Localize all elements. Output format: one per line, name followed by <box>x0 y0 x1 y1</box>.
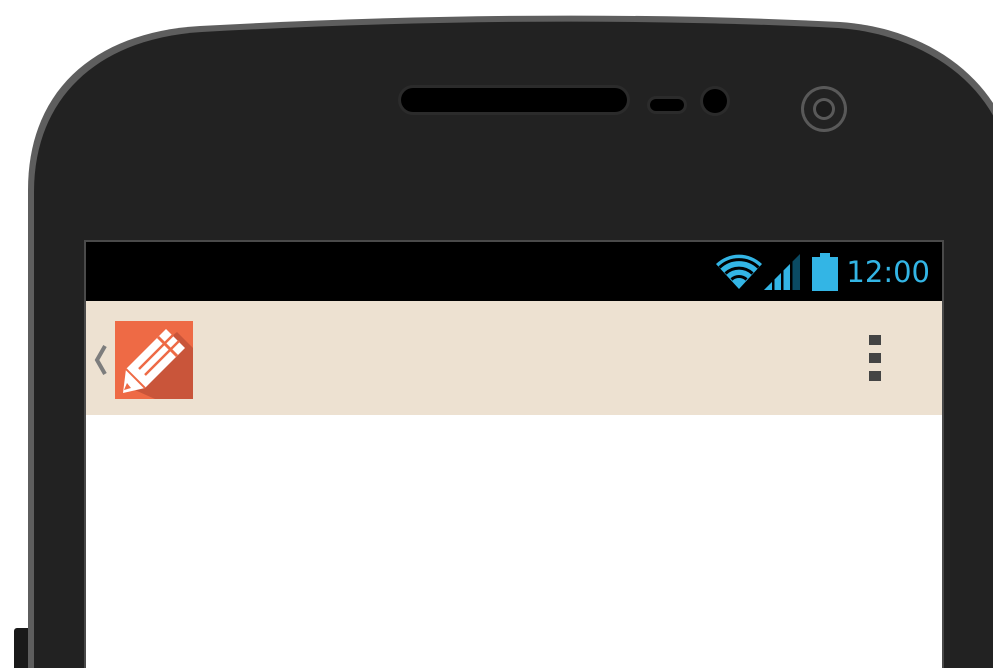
up-button[interactable] <box>90 321 194 399</box>
wifi-icon <box>716 254 763 289</box>
proximity-sensor <box>650 99 684 111</box>
chevron-left-icon <box>94 345 107 375</box>
action-bar <box>86 301 942 415</box>
battery-icon <box>812 253 839 291</box>
content-area <box>86 415 942 668</box>
earpiece-speaker <box>401 88 627 112</box>
device-screen: 12:00 <box>86 242 942 668</box>
status-icons: 12:00 <box>716 252 930 292</box>
pencil-app-icon <box>115 321 193 399</box>
status-clock: 12:00 <box>846 255 930 289</box>
emulator-frame: 12:00 <box>0 0 993 668</box>
front-camera <box>816 101 832 117</box>
cell-signal-icon <box>764 254 801 290</box>
status-bar: 12:00 <box>86 242 942 301</box>
light-sensor <box>703 89 727 113</box>
overflow-menu-icon[interactable] <box>860 331 890 387</box>
